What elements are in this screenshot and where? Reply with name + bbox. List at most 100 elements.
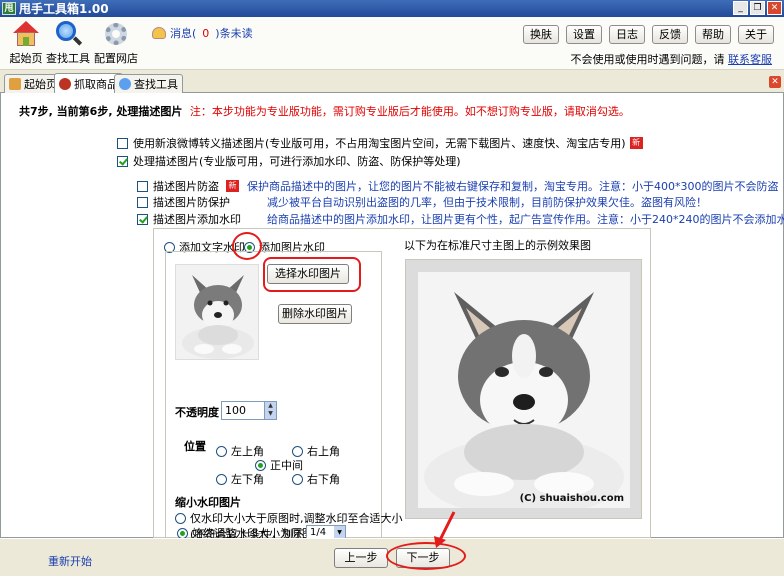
contact-support-link[interactable]: 联系客服 bbox=[728, 53, 772, 66]
window-title: 甩手工具箱1.00 bbox=[19, 2, 109, 16]
config-shop-tool[interactable]: 配置网店 bbox=[90, 20, 142, 66]
tab-find-label: 查找工具 bbox=[134, 78, 178, 91]
restart-link[interactable]: 重新开始 bbox=[48, 553, 92, 569]
message-bell-icon bbox=[152, 27, 166, 39]
protect-checkbox[interactable] bbox=[137, 196, 148, 208]
message-suffix: )条未读 bbox=[215, 27, 253, 40]
shrink-option-1-radio[interactable] bbox=[175, 512, 186, 524]
top-right-label: 右上角 bbox=[307, 445, 340, 458]
husky-preview-image bbox=[418, 272, 630, 508]
center-radio[interactable] bbox=[255, 459, 266, 471]
position-label: 位置 bbox=[184, 440, 206, 453]
bottom-left-label: 左下角 bbox=[231, 473, 264, 486]
antitheft-option[interactable]: 描述图片防盗 新 保护商品描述中的图片，让您的图片不能被右键保存和复制，淘宝专用… bbox=[137, 178, 779, 194]
prev-step-button[interactable]: 上一步 bbox=[334, 548, 388, 568]
watermark-settings-panel: 添加文字水印 添加图片水印 选择水印图片 删除水印图片 不透明度 100 ▲ ▼… bbox=[153, 228, 651, 541]
opacity-stepper[interactable]: 100 ▲ ▼ bbox=[221, 401, 277, 420]
antitheft-desc: 保护商品描述中的图片，让您的图片不能被右键保存和复制，淘宝专用。注意：小于400… bbox=[247, 180, 779, 193]
window-controls: _ ❐ ✕ bbox=[733, 1, 782, 15]
gear-icon bbox=[102, 20, 130, 48]
skin-button[interactable]: 换肤 bbox=[523, 25, 559, 44]
stepper-up-icon[interactable]: ▲ bbox=[265, 402, 276, 410]
choose-button-highlight bbox=[263, 257, 361, 292]
shrink-label: 缩小水印图片 bbox=[175, 496, 241, 509]
main-toolbar: 起始页 查找工具 配置网店 消息( 0 )条未读 换肤 设置 日志 反馈 帮助 … bbox=[0, 17, 784, 70]
husky-thumbnail-image bbox=[176, 265, 258, 359]
top-right-buttons: 换肤 设置 日志 反馈 帮助 关于 bbox=[523, 25, 774, 44]
app-logo-icon: 甩 bbox=[2, 2, 16, 15]
help-button[interactable]: 帮助 bbox=[695, 25, 731, 44]
home-icon bbox=[12, 20, 40, 48]
sina-label: 使用新浪微博转义描述图片(专业版可用，不占用淘宝图片空间，无需下载图片、速度快、… bbox=[133, 137, 626, 150]
bottom-right-radio[interactable] bbox=[292, 473, 303, 485]
watermark-desc: 给商品描述中的图片添加水印，让图片更有个性，起广告宣传作用。注意：小于240*2… bbox=[267, 213, 784, 226]
annotation-arrow-icon bbox=[434, 511, 456, 548]
preview-caption: 以下为在标准尺寸主图上的示例效果图 bbox=[404, 239, 591, 252]
protect-label: 描述图片防保护 bbox=[153, 196, 230, 209]
shrink-option-1-label: 仅水印大小大于原图时,调整水印至合适大小 bbox=[190, 512, 403, 525]
process-images-checkbox[interactable] bbox=[117, 155, 128, 167]
message-prefix: 消息( bbox=[170, 27, 197, 40]
feedback-button[interactable]: 反馈 bbox=[652, 25, 688, 44]
find-tools-label: 查找工具 bbox=[46, 52, 90, 65]
new-badge: 新 bbox=[629, 137, 643, 149]
preview-frame: (C) shuaishou.com bbox=[405, 259, 642, 519]
close-tab-icon[interactable]: ✕ bbox=[769, 76, 781, 88]
close-icon[interactable]: ✕ bbox=[767, 1, 782, 15]
config-shop-label: 配置网店 bbox=[94, 52, 138, 65]
process-images-option[interactable]: 处理描述图片(专业版可用，可进行添加水印、防盗、防保护等处理) bbox=[117, 153, 461, 169]
sina-checkbox[interactable] bbox=[117, 137, 128, 149]
protect-option[interactable]: 描述图片防保护 减少被平台自动识别出盗图的几率，但由于技术限制，目前防保护效果欠… bbox=[137, 194, 707, 210]
process-images-label: 处理描述图片(专业版可用，可进行添加水印、防盗、防保护等处理) bbox=[133, 155, 461, 168]
support-notice: 不会使用或使用时遇到问题，请 联系客服 bbox=[571, 51, 773, 67]
minimize-icon[interactable]: _ bbox=[733, 1, 748, 15]
message-count: 0 bbox=[202, 26, 210, 40]
stepper-arrows[interactable]: ▲ ▼ bbox=[264, 402, 276, 419]
bottom-left-radio[interactable] bbox=[216, 473, 227, 485]
opacity-label: 不透明度 bbox=[175, 406, 219, 419]
tab-home-label: 起始页 bbox=[24, 78, 57, 91]
title-bar: 甩 甩手工具箱1.00 _ ❐ ✕ bbox=[0, 0, 784, 17]
shrink-option-1[interactable]: 仅水印大小大于原图时,调整水印至合适大小 bbox=[175, 510, 403, 526]
tab-grab-products[interactable]: 抓取商品 bbox=[54, 73, 123, 94]
preview-image: (C) shuaishou.com bbox=[418, 272, 630, 508]
shrink-option-2-radio[interactable] bbox=[177, 527, 188, 539]
find-tab-icon bbox=[119, 78, 131, 90]
stepper-down-icon[interactable]: ▼ bbox=[265, 410, 276, 418]
position-bottom-right[interactable]: 右下角 bbox=[292, 471, 340, 487]
magnifier-icon bbox=[54, 20, 83, 48]
support-notice-text: 不会使用或使用时遇到问题，请 bbox=[570, 53, 725, 66]
preview-copyright: (C) shuaishou.com bbox=[519, 493, 624, 504]
step-panel: 共7步, 当前第6步, 处理描述图片 注：本步功能为专业版功能，需订购专业版后才… bbox=[0, 93, 784, 541]
image-watermark-box: 选择水印图片 删除水印图片 不透明度 100 ▲ ▼ 位置 左上角 右上角 正中… bbox=[165, 251, 403, 541]
about-button[interactable]: 关于 bbox=[738, 25, 774, 44]
delete-watermark-button[interactable]: 删除水印图片 bbox=[278, 304, 352, 324]
image-radio-highlight bbox=[232, 232, 262, 260]
shrink-ratio-value[interactable]: 1/4 bbox=[310, 527, 326, 538]
new-badge-antitheft: 新 bbox=[226, 180, 239, 192]
sina-option[interactable]: 使用新浪微博转义描述图片(专业版可用，不占用淘宝图片空间，无需下载图片、速度快、… bbox=[117, 135, 643, 151]
position-bottom-left[interactable]: 左下角 bbox=[216, 471, 264, 487]
log-button[interactable]: 日志 bbox=[609, 25, 645, 44]
antitheft-label: 描述图片防盗 bbox=[153, 180, 219, 193]
tab-find-tools[interactable]: 查找工具 bbox=[114, 74, 183, 93]
grab-tab-icon bbox=[59, 78, 71, 90]
home-tab-icon bbox=[9, 78, 21, 90]
step-header: 共7步, 当前第6步, 处理描述图片 注：本步功能为专业版功能，需订购专业版后才… bbox=[19, 103, 630, 119]
watermark-option[interactable]: 描述图片添加水印 给商品描述中的图片添加水印，让图片更有个性，起广告宣传作用。注… bbox=[137, 211, 784, 227]
protect-desc: 减少被平台自动识别出盗图的几率，但由于技术限制，目前防保护效果欠佳。盗图有风险！ bbox=[267, 196, 707, 209]
top-left-radio[interactable] bbox=[216, 445, 227, 457]
opacity-value[interactable]: 100 bbox=[225, 404, 246, 417]
step-note: 注：本步功能为专业版功能，需订购专业版后才能使用。如不想订购专业版，请取消勾选。 bbox=[189, 105, 630, 118]
find-tools-tool[interactable]: 查找工具 bbox=[42, 20, 94, 66]
antitheft-checkbox[interactable] bbox=[137, 180, 148, 192]
bottom-right-label: 右下角 bbox=[307, 473, 340, 486]
watermark-checkbox[interactable] bbox=[137, 213, 148, 225]
restore-icon[interactable]: ❐ bbox=[750, 1, 765, 15]
tab-grab-label: 抓取商品 bbox=[74, 78, 118, 91]
settings-button[interactable]: 设置 bbox=[566, 25, 602, 44]
top-right-radio[interactable] bbox=[292, 445, 303, 457]
tab-bar: 起始页 抓取商品 查找工具 ✕ bbox=[0, 71, 784, 94]
step-title: 共7步, 当前第6步, 处理描述图片 bbox=[19, 105, 183, 118]
message-indicator[interactable]: 消息( 0 )条未读 bbox=[152, 25, 253, 41]
